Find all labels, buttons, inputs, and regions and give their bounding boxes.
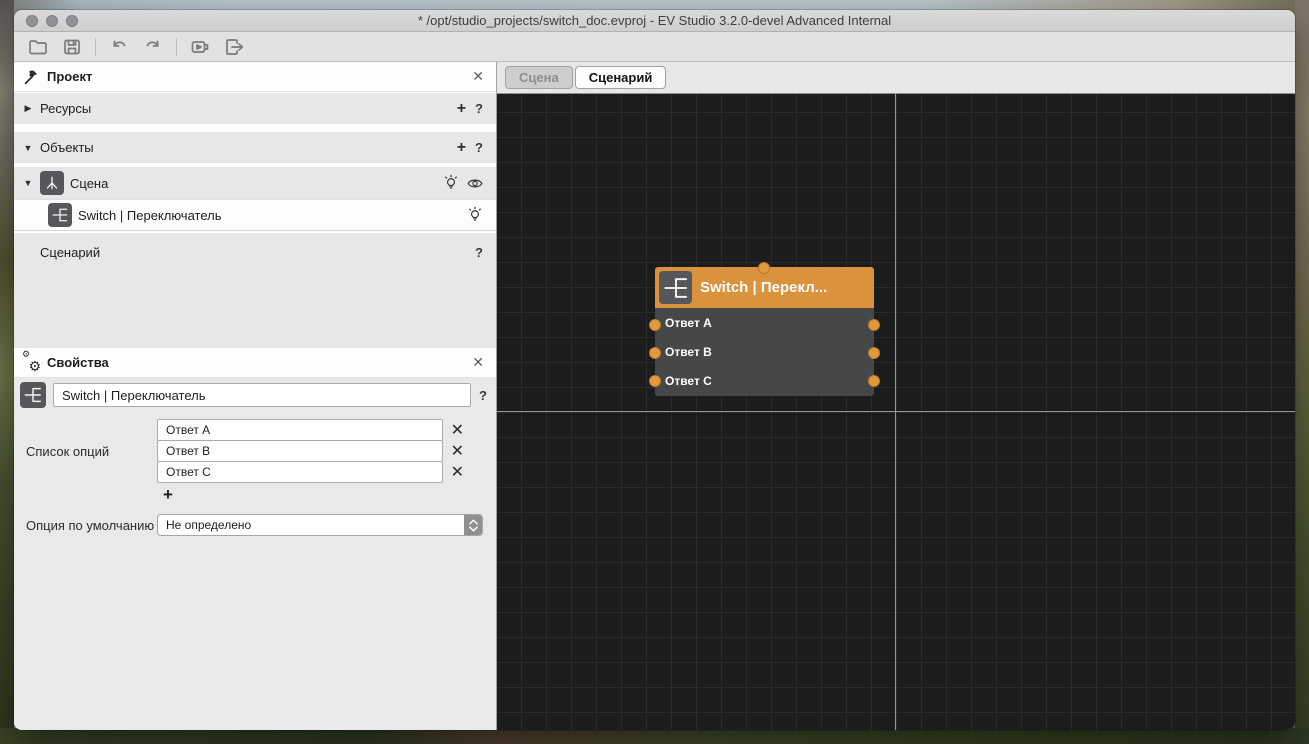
chevron-down-icon[interactable]: ▼ <box>22 143 34 153</box>
add-option-button[interactable]: + <box>163 486 179 503</box>
eye-icon[interactable] <box>466 174 484 192</box>
node-row-option-a: Ответ A <box>655 308 874 337</box>
redo-button[interactable] <box>139 35 167 59</box>
switch-label: Switch | Переключатель <box>78 208 222 223</box>
canvas-column: Сцена Сценарий Switch | <box>496 62 1295 730</box>
scenario-label: Сценарий <box>40 245 100 260</box>
properties-panel-header: ⚙ ⚙ Свойства ✕ <box>14 348 496 378</box>
project-panel-title: Проект <box>47 69 92 84</box>
undo-icon <box>108 36 130 58</box>
tree-row-scene[interactable]: ▼ Сцена <box>14 167 496 199</box>
chevron-down-icon[interactable]: ▼ <box>22 178 34 188</box>
canvas-axis-horizontal <box>497 411 1295 412</box>
tree-row-objects[interactable]: ▼ Объекты + ? <box>14 132 496 163</box>
save-icon <box>61 36 83 58</box>
tab-bar: Сцена Сценарий <box>497 62 1295 94</box>
option-input-1[interactable] <box>157 419 443 441</box>
add-resource-button[interactable]: + <box>455 100 468 118</box>
toolbar <box>14 32 1295 62</box>
switch-node-body: Ответ A Ответ B Ответ C <box>655 308 874 396</box>
switch-node-title: Switch | Перекл... <box>700 279 827 296</box>
node-port-input-top[interactable] <box>758 262 770 274</box>
node-port-output-c[interactable] <box>868 375 880 387</box>
canvas-axis-vertical <box>895 94 896 730</box>
lightbulb-icon[interactable] <box>442 174 460 192</box>
switch-object-icon <box>48 203 72 227</box>
objects-label: Объекты <box>40 140 94 155</box>
node-port-input-c[interactable] <box>649 375 661 387</box>
redo-icon <box>142 36 164 58</box>
window-title: * /opt/studio_projects/switch_doc.evproj… <box>14 13 1295 28</box>
resources-help-button[interactable]: ? <box>474 101 484 116</box>
tab-scenario[interactable]: Сценарий <box>575 66 667 89</box>
switch-object-icon <box>20 382 46 408</box>
remove-option-3-button[interactable]: ✕ <box>451 465 464 481</box>
node-row-option-c: Ответ C <box>655 367 874 396</box>
wallpaper-right <box>1295 0 1309 744</box>
project-panel-header: Проект ✕ <box>14 62 496 92</box>
default-option-value: Не определено <box>158 518 464 532</box>
properties-panel-title: Свойства <box>47 355 109 370</box>
scenario-help-button[interactable]: ? <box>474 245 484 260</box>
default-option-label: Опция по умолчанию <box>20 518 157 533</box>
gears-icon: ⚙ ⚙ <box>22 354 40 372</box>
close-project-panel-button[interactable]: ✕ <box>470 68 486 85</box>
open-folder-button[interactable] <box>24 35 52 59</box>
export-button[interactable] <box>220 35 248 59</box>
left-panel: Проект ✕ ▶ Ресурсы + ? ▼ Объекты + ? ▼ <box>14 62 496 730</box>
node-row-option-b: Ответ B <box>655 337 874 366</box>
node-port-input-a[interactable] <box>649 319 661 331</box>
toolbar-separator <box>95 38 96 56</box>
node-port-input-b[interactable] <box>649 347 661 359</box>
undo-button[interactable] <box>105 35 133 59</box>
node-port-output-a[interactable] <box>868 319 880 331</box>
object-name-input[interactable] <box>53 383 471 407</box>
options-list-label: Список опций <box>20 420 157 483</box>
properties-body: ? Список опций ✕ ✕ <box>14 378 496 730</box>
resources-label: Ресурсы <box>40 101 91 116</box>
run-preview-button[interactable] <box>186 35 214 59</box>
remove-option-1-button[interactable]: ✕ <box>451 423 464 439</box>
export-icon <box>223 36 245 58</box>
name-help-button[interactable]: ? <box>478 388 488 403</box>
wallpaper-left <box>0 0 14 744</box>
folder-icon <box>27 36 49 58</box>
remove-option-2-button[interactable]: ✕ <box>451 444 464 460</box>
objects-help-button[interactable]: ? <box>474 140 484 155</box>
tree-row-switch[interactable]: Switch | Переключатель <box>14 199 496 231</box>
tree-row-scenario[interactable]: Сценарий ? <box>14 233 496 348</box>
tab-scene[interactable]: Сцена <box>505 66 573 89</box>
switch-object-icon <box>659 271 692 304</box>
toolbar-separator <box>176 38 177 56</box>
lightbulb-icon[interactable] <box>466 206 484 224</box>
default-option-select[interactable]: Не определено <box>157 514 483 536</box>
hammer-icon <box>22 68 40 86</box>
chevron-right-icon[interactable]: ▶ <box>22 103 34 114</box>
close-properties-panel-button[interactable]: ✕ <box>470 354 486 371</box>
scenario-canvas[interactable]: Switch | Перекл... Ответ A Ответ B Ответ… <box>497 94 1295 730</box>
scene-object-icon <box>40 171 64 195</box>
select-stepper-icon <box>464 515 482 535</box>
node-port-output-b[interactable] <box>868 347 880 359</box>
app-window: * /opt/studio_projects/switch_doc.evproj… <box>14 10 1295 730</box>
wallpaper-bottom <box>0 728 1309 744</box>
tree-row-resources[interactable]: ▶ Ресурсы + ? <box>14 93 496 124</box>
option-input-3[interactable] <box>157 461 443 483</box>
save-button[interactable] <box>58 35 86 59</box>
run-preview-icon <box>189 36 211 58</box>
add-object-button[interactable]: + <box>455 139 468 157</box>
scene-label: Сцена <box>70 176 108 191</box>
option-input-2[interactable] <box>157 440 443 462</box>
title-bar[interactable]: * /opt/studio_projects/switch_doc.evproj… <box>14 10 1295 32</box>
switch-node[interactable]: Switch | Перекл... Ответ A Ответ B Ответ… <box>655 267 874 396</box>
